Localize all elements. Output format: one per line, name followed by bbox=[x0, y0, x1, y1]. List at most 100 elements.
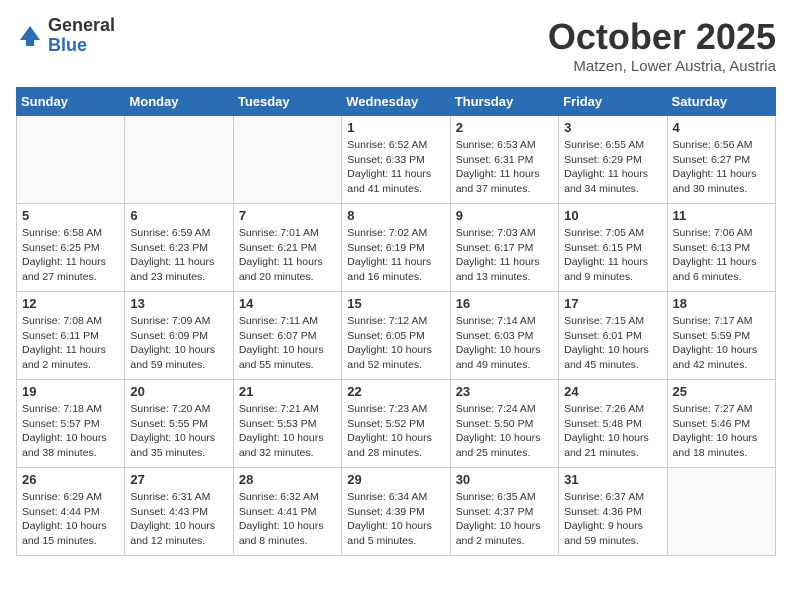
logo-general: General bbox=[48, 16, 115, 36]
calendar-cell: 19Sunrise: 7:18 AM Sunset: 5:57 PM Dayli… bbox=[17, 380, 125, 468]
day-number: 18 bbox=[673, 296, 770, 311]
day-info: Sunrise: 6:35 AM Sunset: 4:37 PM Dayligh… bbox=[456, 490, 553, 549]
day-info: Sunrise: 7:21 AM Sunset: 5:53 PM Dayligh… bbox=[239, 402, 336, 461]
weekday-header-tuesday: Tuesday bbox=[233, 88, 341, 116]
day-info: Sunrise: 7:06 AM Sunset: 6:13 PM Dayligh… bbox=[673, 226, 770, 285]
calendar-cell: 22 Sunrise: 7:23 AM Sunset: 5:52 PM Dayli… bbox=[342, 380, 450, 468]
day-info: Sunrise: 6:56 AM Sunset: 6:27 PM Dayligh… bbox=[673, 138, 770, 197]
day-number: 20 bbox=[130, 384, 227, 399]
calendar-cell: 23 Sunrise: 7:24 AM Sunset: 5:50 PM Dayli… bbox=[450, 380, 558, 468]
day-info: Sunrise: 7:26 AM Sunset: 5:48 PM Dayligh… bbox=[564, 402, 661, 461]
calendar-cell: 29 Sunrise: 6:34 AM Sunset: 4:39 PM Dayli… bbox=[342, 468, 450, 556]
day-info: Sunrise: 6:31 AM Sunset: 4:43 PM Dayligh… bbox=[130, 490, 227, 549]
day-number: 6 bbox=[130, 208, 227, 223]
day-info: Sunrise: 7:23 AM Sunset: 5:52 PM Dayligh… bbox=[347, 402, 444, 461]
calendar-cell: 20Sunrise: 7:20 AM Sunset: 5:55 PM Dayli… bbox=[125, 380, 233, 468]
day-info: Sunrise: 6:34 AM Sunset: 4:39 PM Dayligh… bbox=[347, 490, 444, 549]
day-info: Sunrise: 6:59 AM Sunset: 6:23 PM Dayligh… bbox=[130, 226, 227, 285]
day-info: Sunrise: 7:15 AM Sunset: 6:01 PM Dayligh… bbox=[564, 314, 661, 373]
day-info: Sunrise: 7:17 AM Sunset: 5:59 PM Dayligh… bbox=[673, 314, 770, 373]
calendar-cell: 28 Sunrise: 6:32 AM Sunset: 4:41 PM Dayli… bbox=[233, 468, 341, 556]
day-info: Sunrise: 7:12 AM Sunset: 6:05 PM Dayligh… bbox=[347, 314, 444, 373]
calendar-cell: 27 Sunrise: 6:31 AM Sunset: 4:43 PM Dayli… bbox=[125, 468, 233, 556]
day-number: 2 bbox=[456, 120, 553, 135]
page-header: General Blue October 2025 Matzen, Lower … bbox=[16, 16, 776, 75]
day-info: Sunrise: 6:55 AM Sunset: 6:29 PM Dayligh… bbox=[564, 138, 661, 197]
week-row-4: 19Sunrise: 7:18 AM Sunset: 5:57 PM Dayli… bbox=[17, 380, 776, 468]
calendar-cell: 18 Sunrise: 7:17 AM Sunset: 5:59 PM Dayli… bbox=[667, 292, 775, 380]
calendar-cell: 17Sunrise: 7:15 AM Sunset: 6:01 PM Dayli… bbox=[559, 292, 667, 380]
calendar-cell: 10 Sunrise: 7:05 AM Sunset: 6:15 PM Dayli… bbox=[559, 204, 667, 292]
day-info: Sunrise: 7:03 AM Sunset: 6:17 PM Dayligh… bbox=[456, 226, 553, 285]
calendar-cell: 24 Sunrise: 7:26 AM Sunset: 5:48 PM Dayli… bbox=[559, 380, 667, 468]
day-number: 27 bbox=[130, 472, 227, 487]
calendar-cell: 15 Sunrise: 7:12 AM Sunset: 6:05 PM Dayli… bbox=[342, 292, 450, 380]
calendar-cell: 16 Sunrise: 7:14 AM Sunset: 6:03 PM Dayli… bbox=[450, 292, 558, 380]
calendar-cell: 11Sunrise: 7:06 AM Sunset: 6:13 PM Dayli… bbox=[667, 204, 775, 292]
day-number: 28 bbox=[239, 472, 336, 487]
month-title: October 2025 bbox=[548, 16, 776, 58]
day-info: Sunrise: 7:14 AM Sunset: 6:03 PM Dayligh… bbox=[456, 314, 553, 373]
calendar-cell: 12Sunrise: 7:08 AM Sunset: 6:11 PM Dayli… bbox=[17, 292, 125, 380]
logo-icon bbox=[16, 22, 44, 50]
day-number: 31 bbox=[564, 472, 661, 487]
day-info: Sunrise: 6:52 AM Sunset: 6:33 PM Dayligh… bbox=[347, 138, 444, 197]
weekday-header-saturday: Saturday bbox=[667, 88, 775, 116]
day-info: Sunrise: 6:37 AM Sunset: 4:36 PM Dayligh… bbox=[564, 490, 661, 549]
calendar-cell: 14 Sunrise: 7:11 AM Sunset: 6:07 PM Dayli… bbox=[233, 292, 341, 380]
logo-text: General Blue bbox=[48, 16, 115, 56]
day-number: 8 bbox=[347, 208, 444, 223]
day-number: 24 bbox=[564, 384, 661, 399]
day-info: Sunrise: 6:32 AM Sunset: 4:41 PM Dayligh… bbox=[239, 490, 336, 549]
calendar-table: SundayMondayTuesdayWednesdayThursdayFrid… bbox=[16, 87, 776, 556]
calendar-cell: 25Sunrise: 7:27 AM Sunset: 5:46 PM Dayli… bbox=[667, 380, 775, 468]
day-info: Sunrise: 6:29 AM Sunset: 4:44 PM Dayligh… bbox=[22, 490, 119, 549]
weekday-header-monday: Monday bbox=[125, 88, 233, 116]
calendar-cell: 1Sunrise: 6:52 AM Sunset: 6:33 PM Daylig… bbox=[342, 116, 450, 204]
week-row-3: 12Sunrise: 7:08 AM Sunset: 6:11 PM Dayli… bbox=[17, 292, 776, 380]
title-area: October 2025 Matzen, Lower Austria, Aust… bbox=[548, 16, 776, 75]
day-info: Sunrise: 7:05 AM Sunset: 6:15 PM Dayligh… bbox=[564, 226, 661, 285]
day-number: 30 bbox=[456, 472, 553, 487]
day-number: 9 bbox=[456, 208, 553, 223]
calendar-cell: 4 Sunrise: 6:56 AM Sunset: 6:27 PM Daylig… bbox=[667, 116, 775, 204]
day-info: Sunrise: 7:02 AM Sunset: 6:19 PM Dayligh… bbox=[347, 226, 444, 285]
weekday-header-sunday: Sunday bbox=[17, 88, 125, 116]
calendar-cell: 21Sunrise: 7:21 AM Sunset: 5:53 PM Dayli… bbox=[233, 380, 341, 468]
day-info: Sunrise: 7:27 AM Sunset: 5:46 PM Dayligh… bbox=[673, 402, 770, 461]
day-info: Sunrise: 6:53 AM Sunset: 6:31 PM Dayligh… bbox=[456, 138, 553, 197]
day-number: 15 bbox=[347, 296, 444, 311]
weekday-header-wednesday: Wednesday bbox=[342, 88, 450, 116]
calendar-cell: 8 Sunrise: 7:02 AM Sunset: 6:19 PM Daylig… bbox=[342, 204, 450, 292]
day-info: Sunrise: 7:11 AM Sunset: 6:07 PM Dayligh… bbox=[239, 314, 336, 373]
calendar-cell bbox=[17, 116, 125, 204]
week-row-2: 5Sunrise: 6:58 AM Sunset: 6:25 PM Daylig… bbox=[17, 204, 776, 292]
day-number: 16 bbox=[456, 296, 553, 311]
calendar-cell bbox=[667, 468, 775, 556]
day-number: 22 bbox=[347, 384, 444, 399]
logo-blue: Blue bbox=[48, 36, 115, 56]
day-number: 13 bbox=[130, 296, 227, 311]
calendar-cell: 30 Sunrise: 6:35 AM Sunset: 4:37 PM Dayli… bbox=[450, 468, 558, 556]
calendar-cell: 6 Sunrise: 6:59 AM Sunset: 6:23 PM Daylig… bbox=[125, 204, 233, 292]
weekday-header-thursday: Thursday bbox=[450, 88, 558, 116]
day-number: 3 bbox=[564, 120, 661, 135]
day-number: 14 bbox=[239, 296, 336, 311]
day-number: 29 bbox=[347, 472, 444, 487]
day-info: Sunrise: 7:01 AM Sunset: 6:21 PM Dayligh… bbox=[239, 226, 336, 285]
day-number: 23 bbox=[456, 384, 553, 399]
day-info: Sunrise: 7:24 AM Sunset: 5:50 PM Dayligh… bbox=[456, 402, 553, 461]
logo: General Blue bbox=[16, 16, 115, 56]
day-info: Sunrise: 7:09 AM Sunset: 6:09 PM Dayligh… bbox=[130, 314, 227, 373]
calendar-cell: 2 Sunrise: 6:53 AM Sunset: 6:31 PM Daylig… bbox=[450, 116, 558, 204]
calendar-cell: 7Sunrise: 7:01 AM Sunset: 6:21 PM Daylig… bbox=[233, 204, 341, 292]
weekday-header-friday: Friday bbox=[559, 88, 667, 116]
day-number: 4 bbox=[673, 120, 770, 135]
day-number: 10 bbox=[564, 208, 661, 223]
calendar-cell: 26 Sunrise: 6:29 AM Sunset: 4:44 PM Dayli… bbox=[17, 468, 125, 556]
calendar-cell: 13 Sunrise: 7:09 AM Sunset: 6:09 PM Dayli… bbox=[125, 292, 233, 380]
week-row-5: 26 Sunrise: 6:29 AM Sunset: 4:44 PM Dayli… bbox=[17, 468, 776, 556]
day-number: 26 bbox=[22, 472, 119, 487]
day-number: 12 bbox=[22, 296, 119, 311]
weekday-header-row: SundayMondayTuesdayWednesdayThursdayFrid… bbox=[17, 88, 776, 116]
